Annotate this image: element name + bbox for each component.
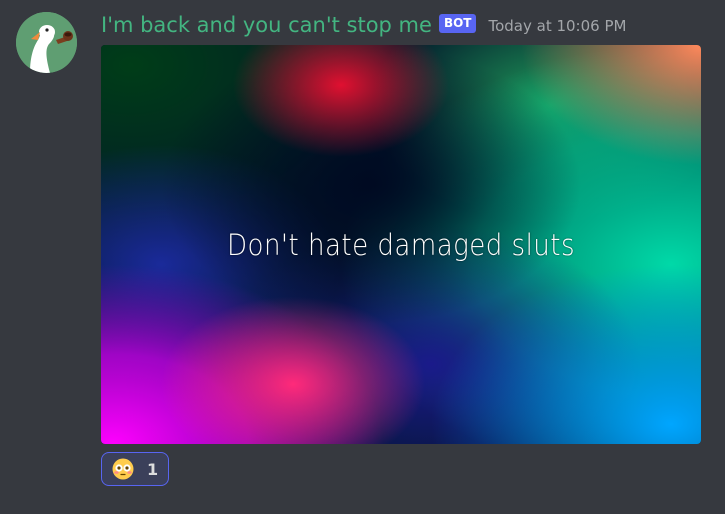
user-avatar[interactable] (16, 12, 77, 73)
message-header: I'm back and you can't stop me BOT Today… (101, 9, 626, 41)
image-caption-text: Don't hate damaged sluts (226, 227, 576, 262)
chat-message: I'm back and you can't stop me BOT Today… (0, 0, 725, 514)
reactions-bar: 1 (101, 452, 170, 486)
flushed-face-icon (112, 458, 134, 480)
message-timestamp[interactable]: Today at 10:06 PM (488, 17, 626, 35)
reaction-count: 1 (147, 459, 159, 479)
author-username[interactable]: I'm back and you can't stop me (101, 13, 432, 37)
goose-avatar-icon (16, 12, 77, 73)
reaction-flushed[interactable]: 1 (101, 452, 170, 486)
bot-badge: BOT (438, 13, 477, 33)
image-attachment[interactable]: Don't hate damaged sluts (101, 45, 701, 444)
